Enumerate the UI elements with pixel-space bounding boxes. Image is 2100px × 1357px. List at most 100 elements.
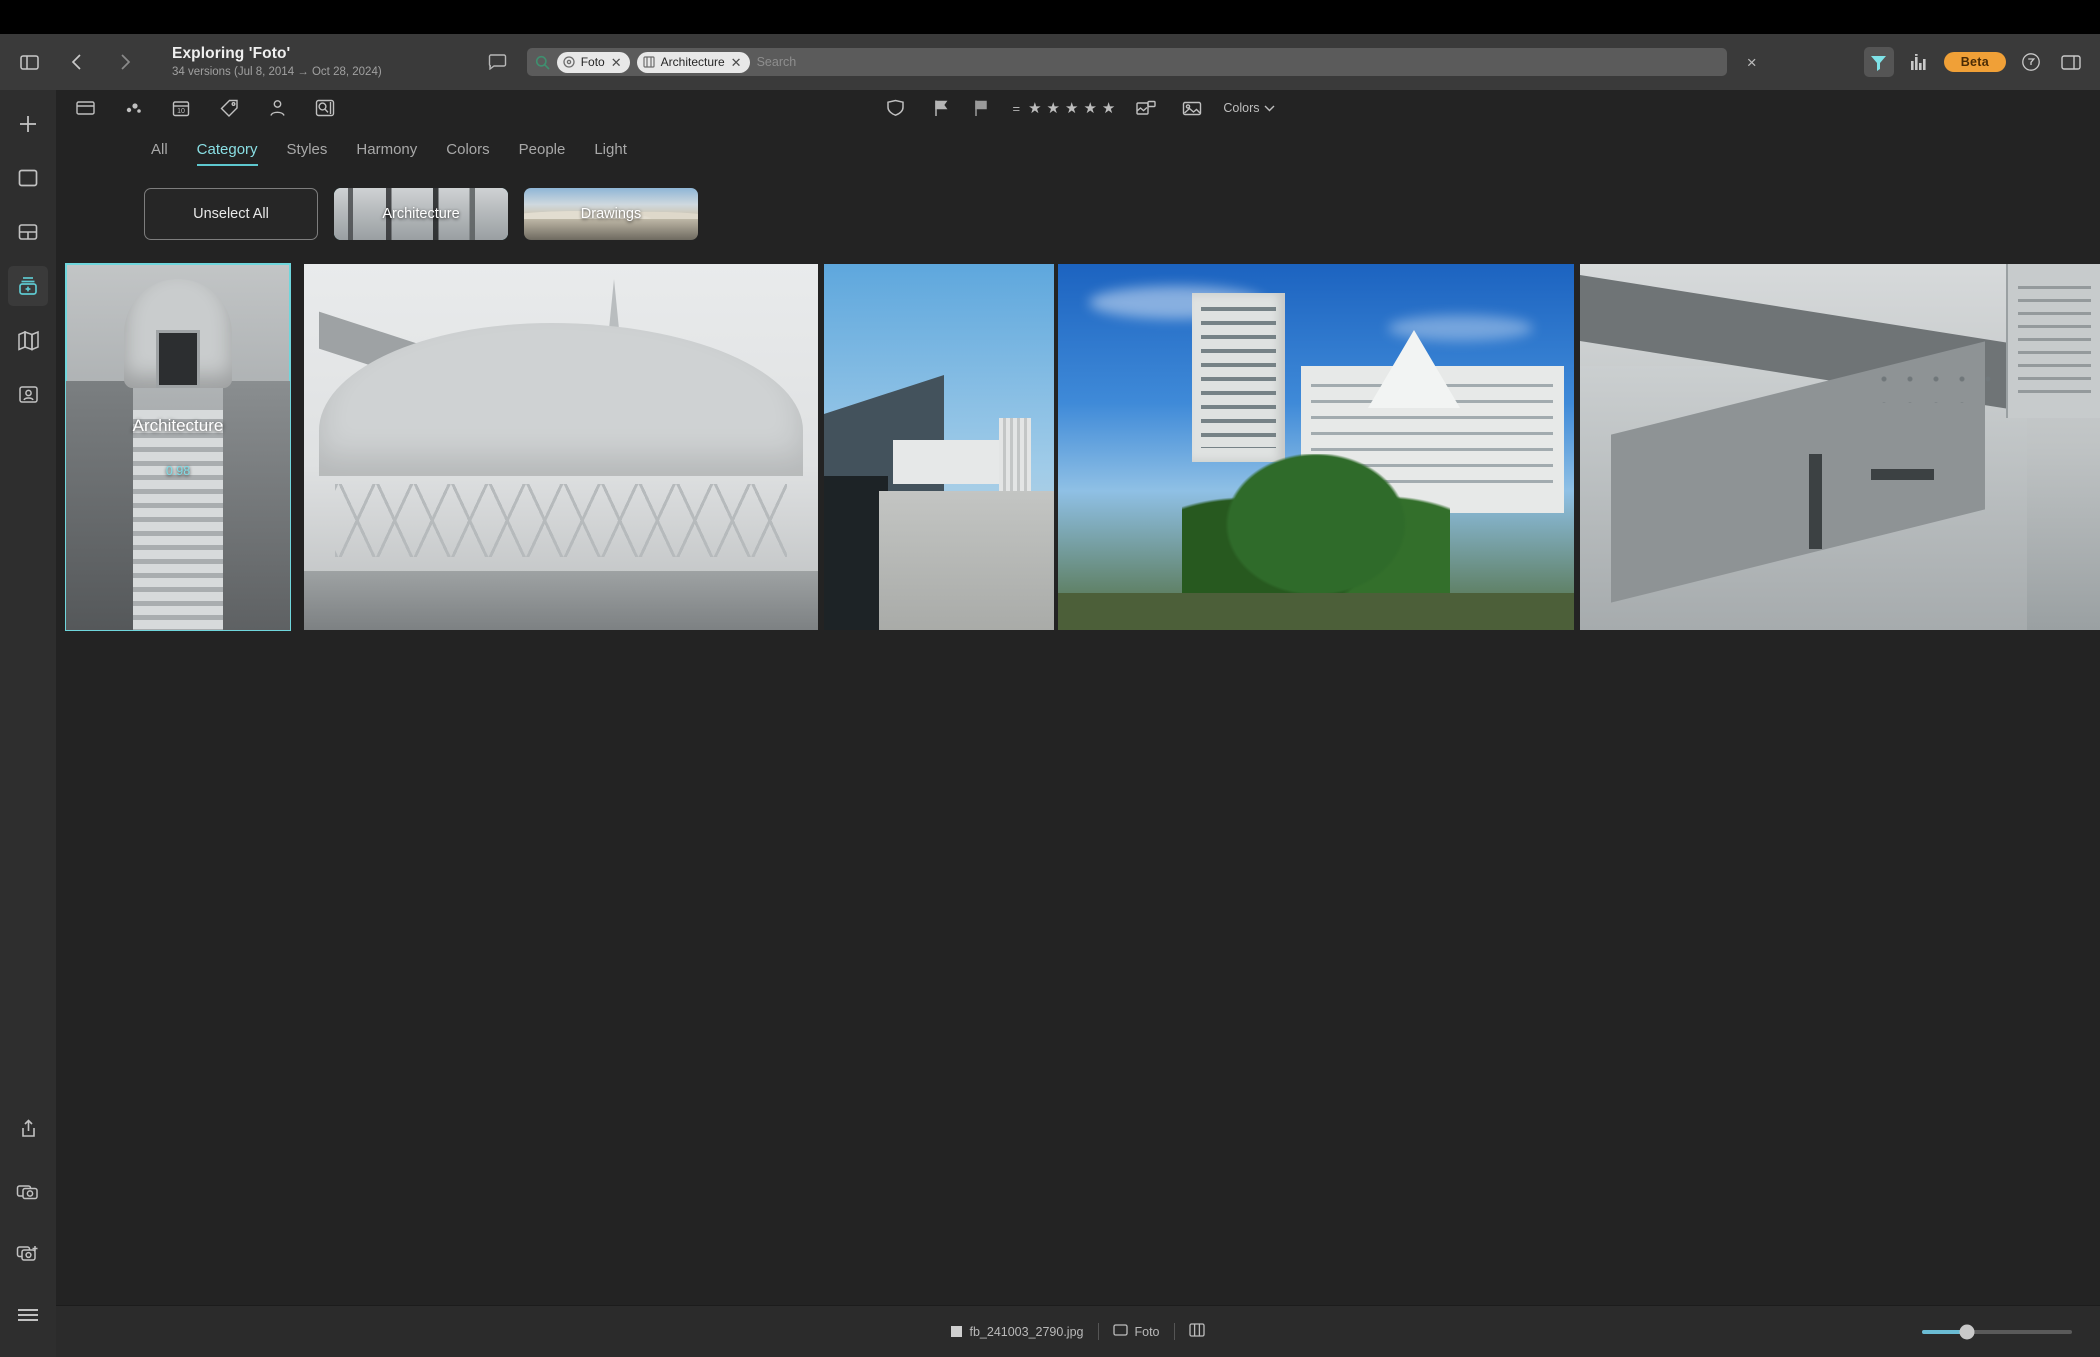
chip-label: Unselect All bbox=[193, 206, 269, 222]
compare-icon bbox=[1188, 1323, 1205, 1340]
category-icon bbox=[643, 56, 655, 68]
top-toolbar-center: Foto ✕ Architecture ✕ × bbox=[382, 47, 1864, 77]
filter-funnel-icon[interactable] bbox=[1863, 47, 1894, 77]
histogram-icon[interactable] bbox=[1904, 47, 1934, 77]
category-chips: Unselect All Architecture Drawings bbox=[56, 166, 2100, 240]
shield-icon[interactable] bbox=[881, 93, 911, 123]
chevron-right-icon[interactable] bbox=[110, 47, 140, 77]
map-view-button[interactable] bbox=[8, 320, 48, 360]
chevron-left-icon[interactable] bbox=[62, 47, 92, 77]
zoom-slider[interactable] bbox=[1922, 1324, 2072, 1339]
svg-text:10: 10 bbox=[177, 108, 185, 115]
person-icon[interactable] bbox=[262, 93, 292, 123]
import-button[interactable] bbox=[8, 1171, 48, 1211]
chip-drawings[interactable]: Drawings bbox=[524, 188, 698, 240]
keywords-icon[interactable] bbox=[118, 93, 148, 123]
album-icon bbox=[1112, 1324, 1128, 1339]
status-album-label: Foto bbox=[1134, 1324, 1160, 1339]
thumbnail-4[interactable] bbox=[1058, 264, 1574, 630]
thumbnail-2[interactable] bbox=[304, 264, 818, 630]
photo-art bbox=[1808, 454, 1822, 550]
photo-art bbox=[879, 490, 1054, 630]
status-compare-item[interactable] bbox=[1188, 1323, 1205, 1340]
search-token-foto[interactable]: Foto ✕ bbox=[556, 51, 630, 73]
hamburger-menu-icon[interactable] bbox=[8, 1295, 48, 1335]
photo-icon[interactable] bbox=[1177, 93, 1207, 123]
search-input[interactable] bbox=[756, 55, 1719, 69]
thumbnail-score-label: 0.98 bbox=[165, 464, 191, 478]
sub-toolbar: 10 = ★ ★ ★ ★ ★ Colors bbox=[56, 90, 2100, 126]
close-icon[interactable]: ✕ bbox=[731, 56, 742, 69]
tab-styles[interactable]: Styles bbox=[287, 141, 328, 166]
album-icon bbox=[563, 56, 575, 68]
facet-tabs: All Category Styles Harmony Colors Peopl… bbox=[56, 126, 2100, 166]
import-plus-button[interactable] bbox=[8, 1233, 48, 1273]
card-view-icon[interactable] bbox=[70, 93, 100, 123]
rating-filter[interactable]: = ★ ★ ★ ★ ★ bbox=[1013, 99, 1116, 117]
tab-harmony[interactable]: Harmony bbox=[356, 141, 417, 166]
tab-light[interactable]: Light bbox=[594, 141, 627, 166]
photo-art bbox=[1871, 468, 1934, 480]
search-token-label: Foto bbox=[580, 55, 605, 69]
sidebar-toggle-icon[interactable] bbox=[14, 47, 44, 77]
divider bbox=[1173, 1323, 1175, 1340]
tag-icon[interactable] bbox=[214, 93, 244, 123]
photo-art bbox=[1367, 329, 1460, 408]
search-bar[interactable]: Foto ✕ Architecture ✕ bbox=[526, 48, 1727, 76]
close-icon[interactable]: ✕ bbox=[611, 56, 622, 69]
star-icon[interactable]: ★ bbox=[1102, 99, 1115, 117]
people-view-button[interactable] bbox=[8, 374, 48, 414]
single-view-button[interactable] bbox=[8, 158, 48, 198]
colors-dropdown-label: Colors bbox=[1223, 101, 1260, 115]
compare-images-icon[interactable] bbox=[1131, 93, 1161, 123]
comment-icon[interactable] bbox=[483, 47, 513, 77]
thumbnail-category-label: Architecture bbox=[132, 416, 224, 435]
title-block: Exploring 'Foto' 34 versions (Jul 8, 201… bbox=[172, 45, 382, 80]
sub-toolbar-center: = ★ ★ ★ ★ ★ Colors bbox=[56, 93, 2100, 123]
status-filename: fb_241003_2790.jpg bbox=[969, 1324, 1084, 1339]
tab-all[interactable]: All bbox=[151, 141, 168, 166]
page-subtitle: 34 versions (Jul 8, 2014 → Oct 28, 2024) bbox=[172, 65, 382, 78]
search-token-architecture[interactable]: Architecture ✕ bbox=[636, 51, 750, 73]
left-rail bbox=[0, 90, 60, 1357]
flag-pick-icon[interactable] bbox=[927, 93, 957, 123]
photo-art bbox=[1871, 366, 1996, 404]
tab-colors[interactable]: Colors bbox=[446, 141, 489, 166]
left-rail-bottom bbox=[8, 1109, 48, 1357]
tab-people[interactable]: People bbox=[519, 141, 566, 166]
inspector-toggle-icon[interactable] bbox=[2056, 47, 2086, 77]
window-title-bar bbox=[0, 0, 2100, 34]
add-button[interactable] bbox=[8, 104, 48, 144]
top-toolbar: Exploring 'Foto' 34 versions (Jul 8, 201… bbox=[0, 34, 2100, 90]
thumbnail-1[interactable]: Architecture 0.98 bbox=[65, 263, 291, 631]
status-album-item[interactable]: Foto bbox=[1112, 1324, 1160, 1339]
application-window: Exploring 'Foto' 34 versions (Jul 8, 201… bbox=[0, 0, 2100, 1357]
clear-search-icon[interactable]: × bbox=[1741, 54, 1763, 71]
grid-view-button[interactable] bbox=[8, 212, 48, 252]
calendar-icon[interactable]: 10 bbox=[166, 93, 196, 123]
colors-dropdown[interactable]: Colors bbox=[1223, 101, 1275, 115]
chip-label: Architecture bbox=[382, 206, 460, 222]
flag-reject-icon[interactable] bbox=[967, 93, 997, 123]
face-search-icon[interactable] bbox=[310, 93, 340, 123]
tab-category[interactable]: Category bbox=[196, 141, 258, 166]
star-icon[interactable]: ★ bbox=[1047, 99, 1060, 117]
rating-operator[interactable]: = bbox=[1013, 101, 1021, 116]
chip-architecture[interactable]: Architecture bbox=[334, 188, 508, 240]
thumbnail-3[interactable] bbox=[824, 264, 1054, 630]
star-icon[interactable]: ★ bbox=[1083, 99, 1096, 117]
unselect-all-button[interactable]: Unselect All bbox=[144, 188, 318, 240]
star-icon[interactable]: ★ bbox=[1028, 99, 1041, 117]
thumbnail-5[interactable] bbox=[1580, 264, 2100, 630]
photo-art bbox=[334, 483, 788, 557]
help-icon[interactable] bbox=[2016, 47, 2046, 77]
search-token-label: Architecture bbox=[660, 55, 725, 69]
share-button[interactable] bbox=[8, 1109, 48, 1149]
top-toolbar-right: Beta bbox=[1863, 47, 2086, 77]
zoom-slider-handle[interactable] bbox=[1959, 1324, 1975, 1339]
add-to-collection-button[interactable] bbox=[8, 266, 60, 306]
star-icon[interactable]: ★ bbox=[1065, 99, 1078, 117]
search-icon bbox=[535, 55, 550, 70]
top-toolbar-left: Exploring 'Foto' 34 versions (Jul 8, 201… bbox=[14, 45, 382, 80]
photo-art bbox=[2006, 264, 2100, 418]
